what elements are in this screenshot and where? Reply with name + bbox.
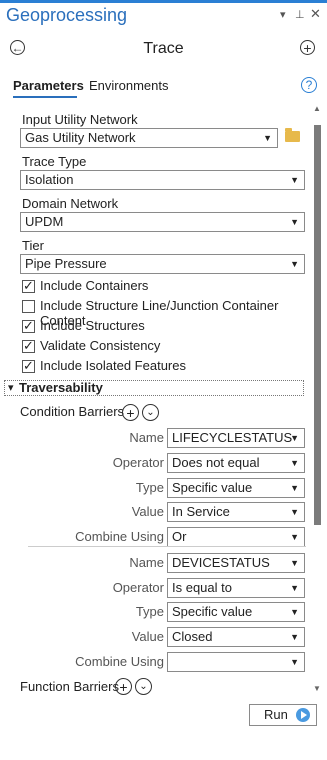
dropdown-arrow-icon: ▼: [290, 259, 299, 269]
scroll-down-arrow-icon[interactable]: ▼: [313, 684, 321, 693]
run-label: Run: [264, 707, 288, 722]
barrier2-combine-label: Combine Using: [75, 654, 164, 669]
dropdown-arrow-icon: ▼: [290, 657, 299, 667]
barrier2-type-value: Specific value: [172, 604, 253, 619]
chevron-down-icon: ⌄: [146, 406, 155, 418]
domain-network-label: Domain Network: [22, 196, 119, 211]
tier-dropdown[interactable]: Pipe Pressure ▼: [20, 254, 305, 274]
barrier1-operator-value: Does not equal: [172, 455, 260, 470]
dropdown-arrow-icon: ▼: [290, 458, 299, 468]
barrier1-name-label: Name: [129, 430, 164, 445]
dropdown-arrow-icon: ▼: [290, 433, 299, 443]
window-accent-bar: [0, 0, 327, 3]
barrier1-value-label: Value: [131, 504, 164, 519]
trace-type-label: Trace Type: [22, 154, 87, 169]
barrier2-combine-dropdown[interactable]: ▼: [167, 652, 305, 672]
tier-label: Tier: [22, 238, 44, 253]
pane-title: Geoprocessing: [6, 5, 128, 25]
include-structures-label: Include Structures: [40, 318, 145, 333]
barrier1-value-dropdown[interactable]: In Service ▼: [167, 502, 305, 522]
chevron-down-icon: ▾: [8, 382, 14, 394]
barrier1-type-dropdown[interactable]: Specific value ▼: [167, 478, 305, 498]
barrier1-combine-label: Combine Using: [75, 529, 164, 544]
barrier2-operator-value: Is equal to: [172, 580, 232, 595]
barrier1-type-label: Type: [135, 480, 164, 495]
plus-icon: +: [119, 678, 128, 695]
barrier1-type-value: Specific value: [172, 480, 253, 495]
tab-environments[interactable]: Environments: [89, 78, 168, 93]
scroll-up-arrow-icon[interactable]: ▲: [313, 104, 321, 113]
include-containers-label: Include Containers: [40, 278, 149, 293]
tier-value: Pipe Pressure: [25, 256, 107, 271]
plus-icon: +: [303, 39, 312, 56]
dropdown-arrow-icon: ▼: [290, 175, 299, 185]
barrier1-combine-value: Or: [172, 529, 187, 544]
dropdown-arrow-icon: ▼: [290, 532, 299, 542]
barrier2-name-value: DEVICESTATUS: [172, 555, 270, 570]
barrier2-value-dropdown[interactable]: Closed ▼: [167, 627, 305, 647]
play-icon: [296, 708, 310, 722]
trace-type-value: Isolation: [25, 172, 74, 187]
validate-consistency-checkbox[interactable]: [22, 338, 35, 354]
pin-icon[interactable]: ⊥: [295, 8, 305, 21]
traversability-section-header[interactable]: ▾ Traversability: [4, 380, 304, 396]
barrier1-operator-label: Operator: [112, 455, 164, 470]
barrier1-operator-dropdown[interactable]: Does not equal ▼: [167, 453, 305, 473]
dropdown-arrow-icon: ▼: [290, 607, 299, 617]
function-barriers-label: Function Barriers: [20, 679, 119, 694]
tab-parameters[interactable]: Parameters: [13, 78, 84, 93]
dropdown-arrow-icon: ▼: [290, 217, 299, 227]
barrier2-operator-label: Operator: [112, 580, 164, 595]
add-function-barrier-button[interactable]: +: [115, 678, 132, 695]
input-network-label: Input Utility Network: [22, 112, 138, 127]
dropdown-arrow-icon: ▼: [290, 583, 299, 593]
tool-title: Trace: [143, 40, 184, 57]
condition-barrier-options-button[interactable]: ⌄: [142, 404, 159, 421]
barrier1-name-dropdown[interactable]: LIFECYCLESTATUS ▼: [167, 428, 305, 448]
barrier2-type-dropdown[interactable]: Specific value ▼: [167, 602, 305, 622]
dropdown-arrow-icon: ▼: [290, 632, 299, 642]
run-button[interactable]: Run: [249, 704, 317, 726]
validate-consistency-label: Validate Consistency: [40, 338, 161, 353]
active-tab-indicator: [13, 96, 77, 98]
dropdown-arrow-icon: ▼: [290, 483, 299, 493]
dropdown-arrow-icon: ▼: [290, 507, 299, 517]
close-icon[interactable]: ✕: [310, 6, 321, 22]
input-network-dropdown[interactable]: Gas Utility Network ▼: [20, 128, 278, 148]
add-condition-barrier-button[interactable]: +: [122, 404, 139, 421]
barrier2-name-dropdown[interactable]: DEVICESTATUS ▼: [167, 553, 305, 573]
barrier2-operator-dropdown[interactable]: Is equal to ▼: [167, 578, 305, 598]
domain-network-value: UPDM: [25, 214, 64, 229]
barrier1-name-value: LIFECYCLESTATUS: [172, 430, 293, 445]
include-structures-checkbox[interactable]: [22, 318, 35, 334]
trace-type-dropdown[interactable]: Isolation ▼: [20, 170, 305, 190]
barrier1-value-value: In Service: [172, 504, 230, 519]
chevron-down-icon[interactable]: ▾: [280, 8, 286, 21]
dropdown-arrow-icon: ▼: [290, 558, 299, 568]
barrier2-name-label: Name: [129, 555, 164, 570]
plus-icon: +: [126, 404, 135, 421]
function-barrier-options-button[interactable]: ⌄: [135, 678, 152, 695]
barrier-divider: [28, 546, 306, 547]
barrier2-value-value: Closed: [172, 629, 213, 644]
barrier1-combine-dropdown[interactable]: Or ▼: [167, 527, 305, 547]
scrollbar-thumb[interactable]: [314, 125, 321, 525]
include-isolated-features-label: Include Isolated Features: [40, 358, 186, 373]
include-isolated-features-checkbox[interactable]: [22, 358, 35, 374]
traversability-label: Traversability: [19, 380, 103, 395]
folder-icon[interactable]: [285, 128, 300, 142]
add-button[interactable]: +: [300, 40, 315, 55]
barrier2-value-label: Value: [131, 629, 164, 644]
input-network-value: Gas Utility Network: [25, 130, 136, 145]
dropdown-arrow-icon: ▼: [263, 133, 272, 143]
include-containers-checkbox[interactable]: [22, 278, 35, 294]
domain-network-dropdown[interactable]: UPDM ▼: [20, 212, 305, 232]
condition-barriers-label: Condition Barriers: [20, 404, 125, 419]
help-icon[interactable]: ?: [301, 77, 317, 93]
include-container-content-checkbox[interactable]: [22, 300, 35, 313]
barrier2-type-label: Type: [135, 604, 164, 619]
chevron-down-icon: ⌄: [139, 680, 148, 692]
